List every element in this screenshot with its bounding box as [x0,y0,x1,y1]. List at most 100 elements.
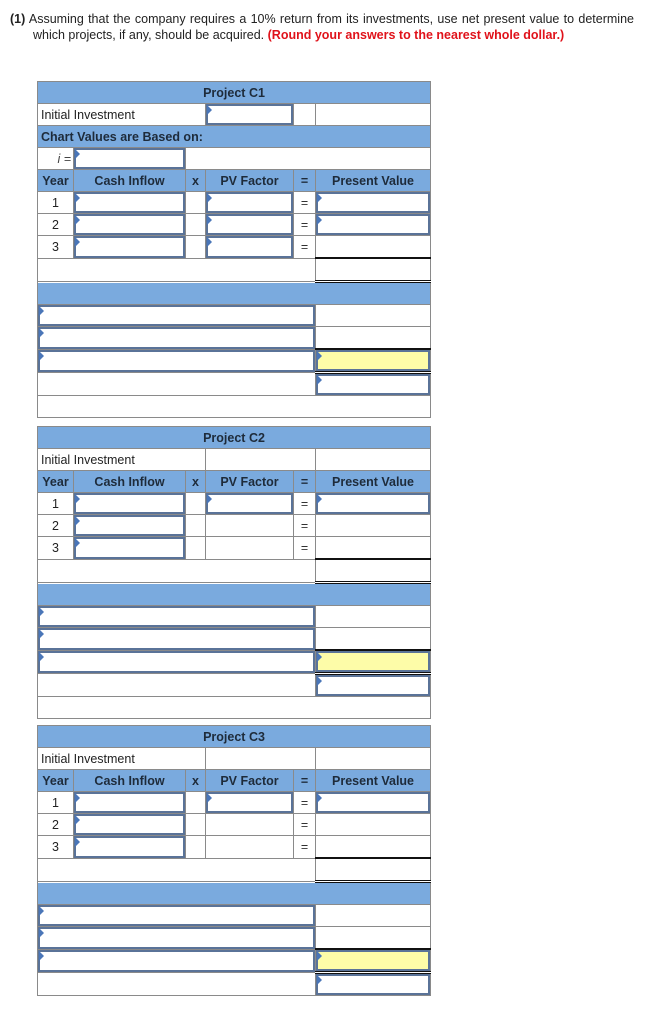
total-present-value-cell [314,257,432,283]
label-select[interactable] [38,349,315,372]
year-cell: 1 [37,791,74,814]
initial-investment-label: Initial Investment [37,448,206,471]
year-cell: 3 [37,536,74,560]
total-present-value-cell [314,857,432,883]
cash-inflow-input[interactable] [74,236,185,258]
npv-input[interactable] [316,350,431,371]
initial-investment-input[interactable] [206,104,293,125]
project-title: Project C3 [36,725,432,748]
present-value-cell [314,536,432,560]
npv-input[interactable] [316,950,431,971]
table-row: 3 = [37,235,432,259]
label-select[interactable] [38,905,315,926]
label-select[interactable] [38,327,315,349]
year-cell: 3 [37,235,74,259]
cash-inflow-header: Cash Inflow [73,769,186,792]
cash-inflow-input[interactable] [74,537,185,559]
pv-factor-header: PV Factor [205,470,294,493]
year-cell: 2 [37,813,74,836]
equals-sign: = [293,492,316,515]
project-c2-table: Project C2 Initial Investment Year Cash … [36,426,432,719]
equals-sign: = [293,791,316,814]
present-value-input[interactable] [316,493,431,514]
project-c3-table: Project C3 Initial Investment Year Cash … [36,725,432,996]
project-title: Project C1 [36,81,432,104]
rate-label: i = [37,147,74,170]
times-header: x [185,769,206,792]
year-cell: 2 [37,514,74,537]
npv-input[interactable] [316,651,431,672]
table-row: 1 = [37,191,432,214]
present-value-input[interactable] [316,792,431,813]
label-select[interactable] [38,606,315,627]
section-bar [36,881,432,905]
decision-select[interactable] [316,675,431,696]
present-value-header: Present Value [314,169,432,192]
label-select[interactable] [38,927,315,949]
year-cell: 1 [37,492,74,515]
present-value-input[interactable] [316,192,431,213]
rounding-instruction: (Round your answers to the nearest whole… [267,28,565,42]
initial-investment-label: Initial Investment [37,103,206,126]
table-row: 1 = [37,492,432,515]
table-row: 3 = [37,536,432,560]
year-cell: 2 [37,213,74,236]
cash-inflow-header: Cash Inflow [73,470,186,493]
label-select[interactable] [38,650,315,673]
year-cell: 3 [37,835,74,859]
equals-sign: = [293,514,316,537]
section-bar [36,582,432,606]
rate-input[interactable] [74,148,185,169]
equals-sign: = [293,235,316,259]
table-row: 3 = [37,835,432,859]
table-row: 2 = [37,514,432,537]
question-number: (1) [10,12,26,26]
equals-sign: = [293,191,316,214]
cash-inflow-input[interactable] [74,214,185,235]
project-title: Project C2 [36,426,432,449]
times-header: x [185,470,206,493]
pv-factor-input[interactable] [206,236,293,258]
pv-factor-input[interactable] [206,214,293,235]
cash-inflow-input[interactable] [74,192,185,213]
pv-factor-input[interactable] [206,192,293,213]
label-select[interactable] [38,305,315,326]
chart-values-label: Chart Values are Based on: [36,125,432,148]
table-row: 2 = [37,213,432,236]
equals-sign: = [293,813,316,836]
equals-sign: = [293,536,316,560]
cash-inflow-input[interactable] [74,836,185,858]
initial-investment-label: Initial Investment [37,747,206,770]
section-bar [36,281,432,305]
year-header: Year [37,769,74,792]
question-text: (1) Assuming that the company requires a… [10,11,634,43]
year-header: Year [37,169,74,192]
cash-inflow-input[interactable] [74,493,185,514]
cash-inflow-input[interactable] [74,792,185,813]
pv-factor-input[interactable] [206,792,293,813]
label-select[interactable] [38,949,315,972]
label-select[interactable] [38,628,315,650]
equals-sign: = [293,213,316,236]
present-value-input[interactable] [316,214,431,235]
project-c1-table: Project C1 Initial Investment Chart Valu… [36,81,432,418]
present-value-header: Present Value [314,769,432,792]
equals-header: = [293,169,316,192]
equals-header: = [293,470,316,493]
decision-select[interactable] [316,974,431,995]
pv-factor-input[interactable] [206,493,293,514]
pv-factor-header: PV Factor [205,169,294,192]
decision-select[interactable] [316,374,431,395]
cash-inflow-input[interactable] [74,515,185,536]
equals-sign: = [293,835,316,859]
year-header: Year [37,470,74,493]
cash-inflow-input[interactable] [74,814,185,835]
total-present-value-cell [314,558,432,584]
pv-factor-header: PV Factor [205,769,294,792]
present-value-header: Present Value [314,470,432,493]
cash-inflow-header: Cash Inflow [73,169,186,192]
year-cell: 1 [37,191,74,214]
table-row: 2 = [37,813,432,836]
table-row: 1 = [37,791,432,814]
initial-investment-cell[interactable] [205,103,294,126]
